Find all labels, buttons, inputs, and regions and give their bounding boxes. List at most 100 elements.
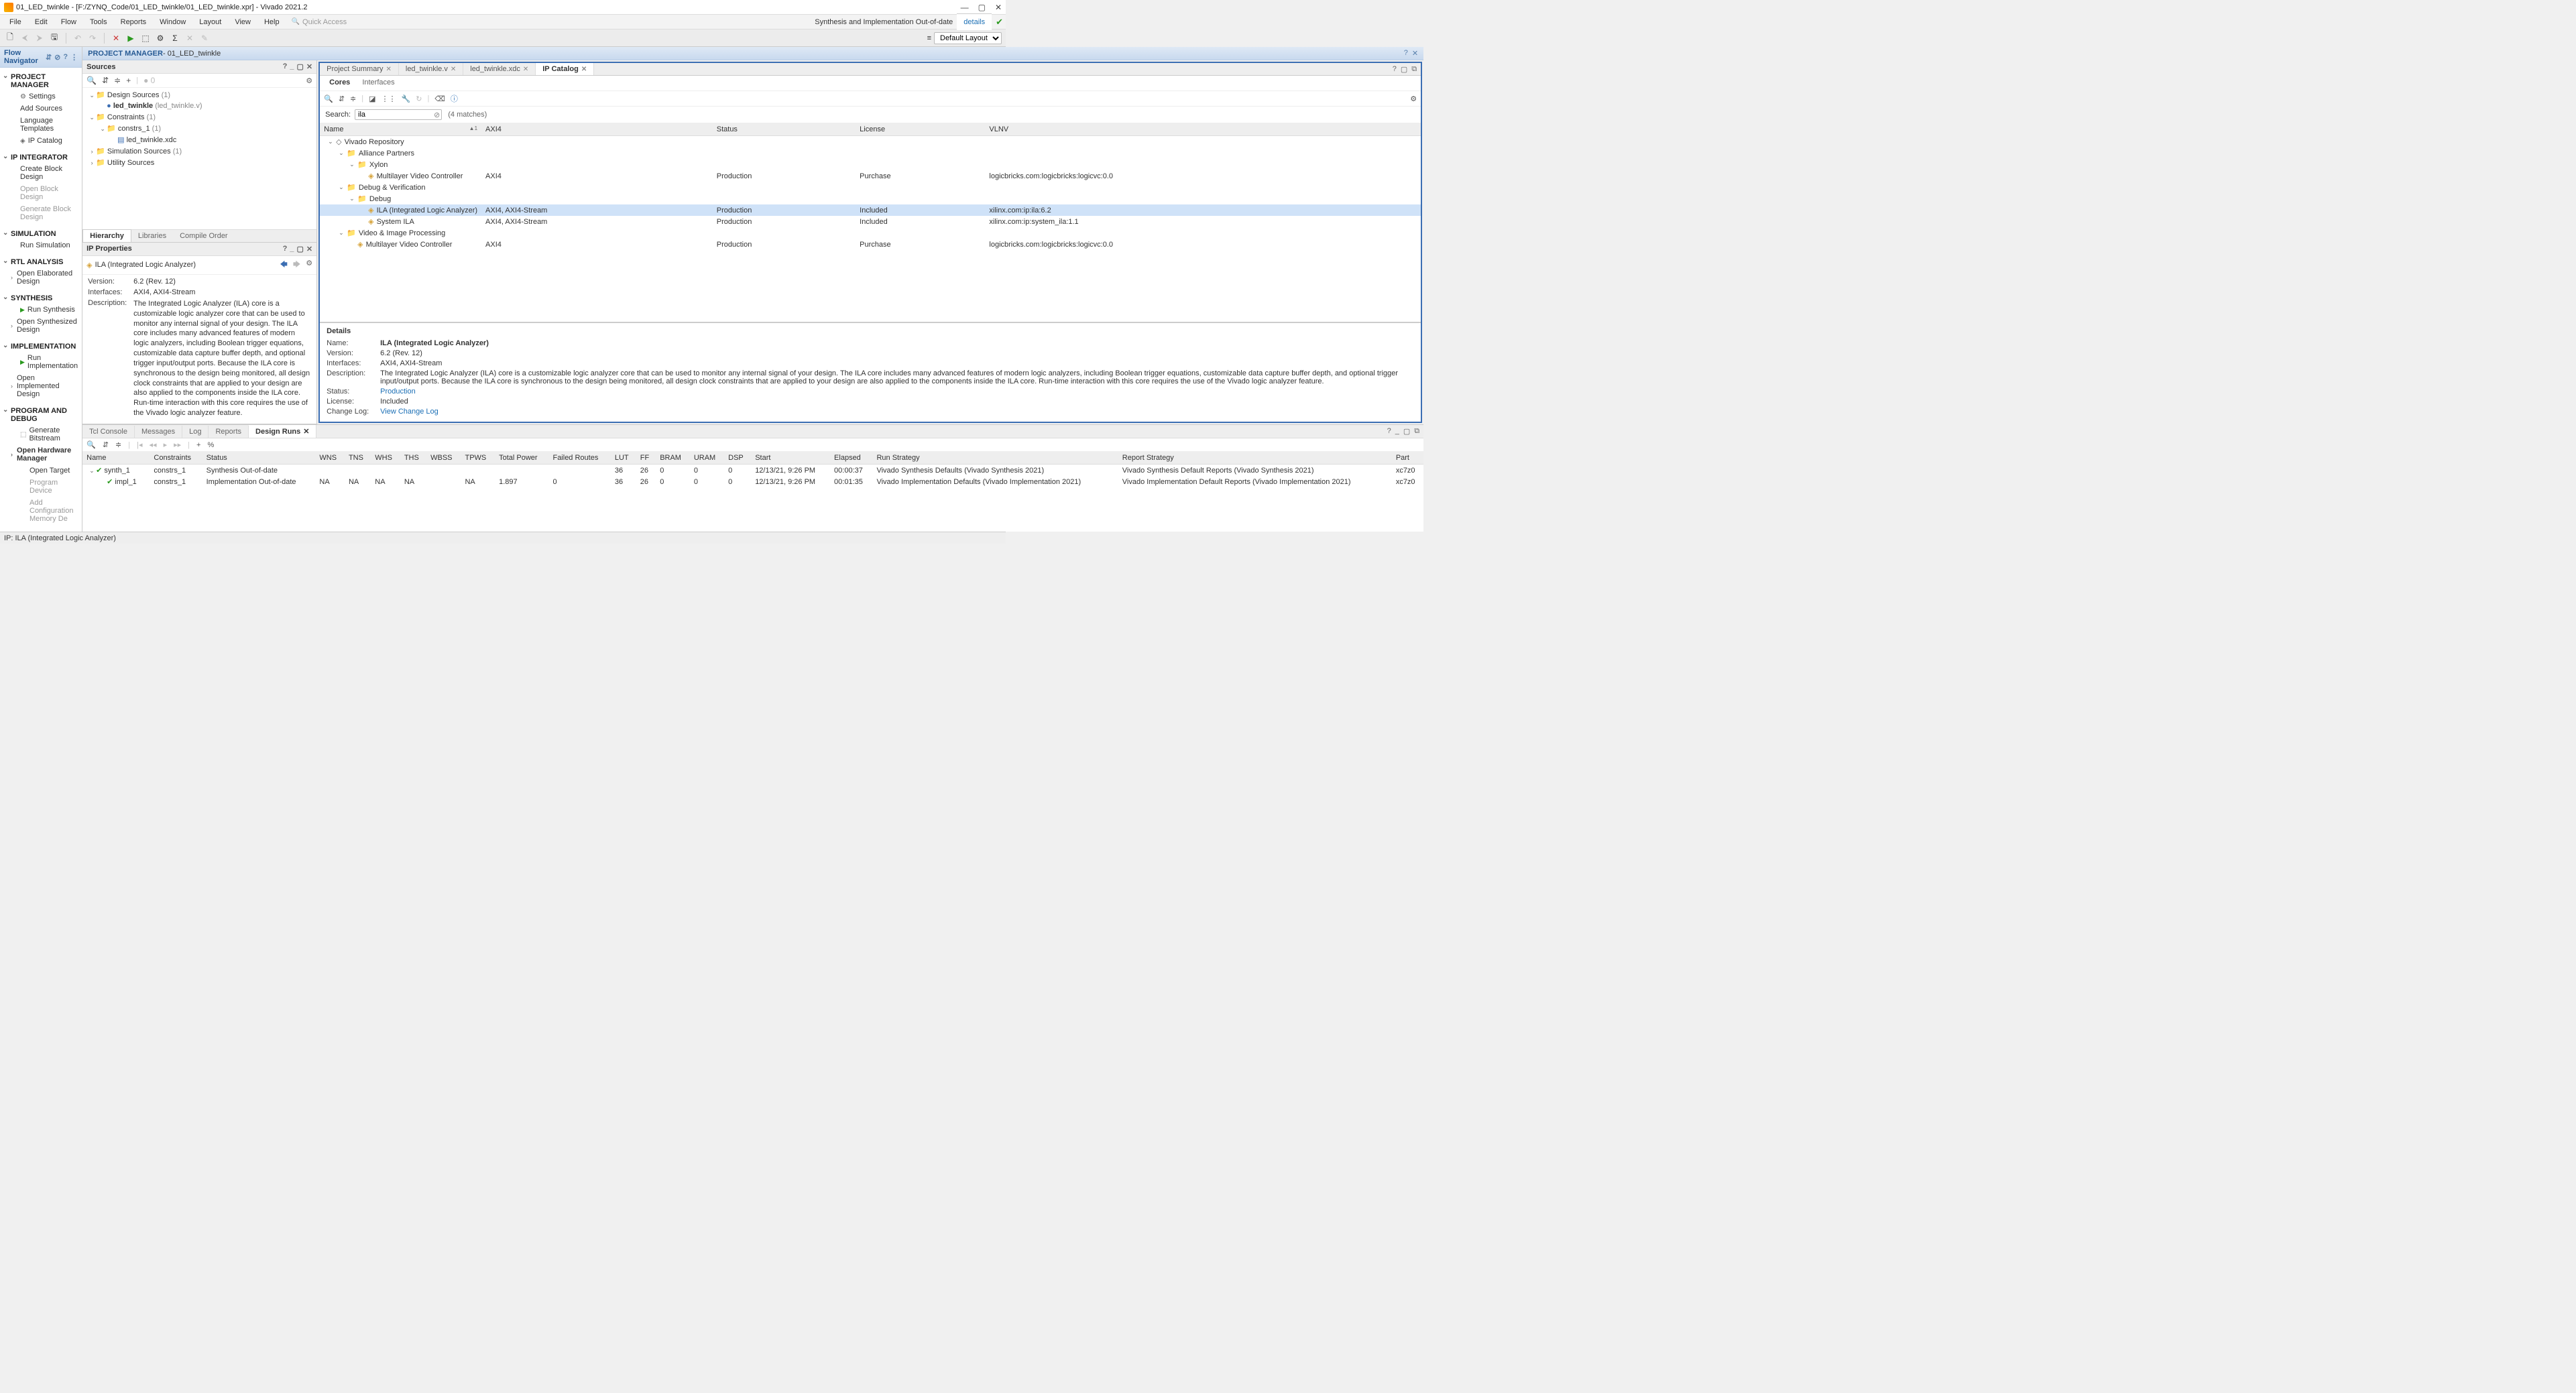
bottom-tab[interactable]: Log xyxy=(182,426,209,438)
flownav-item[interactable]: Add Sources xyxy=(0,103,82,115)
cat-refresh-icon[interactable]: ↻ xyxy=(416,95,422,103)
flownav-section[interactable]: SYNTHESIS xyxy=(0,292,82,304)
cancel2-icon[interactable]: ✕ xyxy=(184,32,196,44)
catalog-column[interactable]: VLNV xyxy=(985,123,1421,136)
catalog-subtab[interactable]: Cores xyxy=(324,77,355,89)
panel-help-icon[interactable]: ? xyxy=(1393,65,1397,74)
source-node[interactable]: ▤ led_twinkle.xdc xyxy=(82,134,316,145)
flownav-section[interactable]: IMPLEMENTATION xyxy=(0,340,82,352)
flownav-item[interactable]: ▶Run Implementation xyxy=(0,352,82,372)
flownav-item[interactable]: ⬚Generate Bitstream xyxy=(0,424,82,444)
src-gear-icon[interactable]: ⚙ xyxy=(306,76,312,85)
cat-gear-icon[interactable]: ⚙ xyxy=(1410,95,1417,103)
menu-view[interactable]: View xyxy=(228,18,257,26)
undo-icon[interactable]: ↶ xyxy=(72,32,84,44)
menu-help[interactable]: Help xyxy=(257,18,286,26)
sources-tab[interactable]: Compile Order xyxy=(173,230,235,242)
flownav-item[interactable]: ›Open Synthesized Design xyxy=(0,316,82,336)
details-changelog-link[interactable]: View Change Log xyxy=(380,408,1414,416)
bottom-max-icon[interactable]: ▢ xyxy=(1403,427,1410,436)
editor-tab[interactable]: led_twinkle.v✕ xyxy=(399,63,463,75)
flownav-section[interactable]: PROGRAM AND DEBUG xyxy=(0,404,82,424)
ipprops-gear-icon[interactable]: ⚙ xyxy=(306,259,312,271)
cat-clear-icon[interactable]: ⌫ xyxy=(434,95,445,103)
runs-collapse-icon[interactable]: ⇵ xyxy=(103,440,109,449)
runs-column[interactable]: URAM xyxy=(690,452,724,465)
tab-close-icon[interactable]: ✕ xyxy=(581,66,587,73)
bottom-pop-icon[interactable]: ⧉ xyxy=(1414,427,1419,436)
flownav-section[interactable]: SIMULATION xyxy=(0,227,82,239)
flownav-section[interactable]: IP INTEGRATOR xyxy=(0,151,82,163)
design-run-row[interactable]: ✔ impl_1constrs_1Implementation Out-of-d… xyxy=(82,476,1423,487)
flownav-section[interactable]: RTL ANALYSIS xyxy=(0,255,82,267)
catalog-row[interactable]: ◈Multilayer Video ControllerAXI4Producti… xyxy=(320,239,1421,250)
runs-column[interactable]: TNS xyxy=(345,452,371,465)
flownav-help-icon[interactable]: ? xyxy=(63,53,68,62)
ipprops-close-icon[interactable]: ✕ xyxy=(306,245,312,253)
ipprops-min-icon[interactable]: _ xyxy=(290,245,294,253)
flownav-item[interactable]: ⚙Settings xyxy=(0,90,82,103)
editor-tab[interactable]: IP Catalog✕ xyxy=(536,63,594,75)
src-search-icon[interactable]: 🔍 xyxy=(86,76,97,85)
runs-add-icon[interactable]: + xyxy=(196,441,200,449)
menu-window[interactable]: Window xyxy=(153,18,192,26)
runs-column[interactable]: Name xyxy=(82,452,150,465)
back-icon[interactable]: ⮜ xyxy=(19,32,31,44)
editor-tab[interactable]: led_twinkle.xdc✕ xyxy=(463,63,536,75)
runs-column[interactable]: LUT xyxy=(611,452,636,465)
flownav-collapse-icon[interactable]: ⇵ xyxy=(46,53,52,62)
bottom-tab[interactable]: Messages xyxy=(135,426,182,438)
tab-close-icon[interactable]: ✕ xyxy=(303,427,309,436)
bottom-tab[interactable]: Tcl Console xyxy=(82,426,135,438)
search-input[interactable] xyxy=(355,109,442,120)
status-details-link[interactable]: details xyxy=(957,13,992,30)
cat-collapse-icon[interactable]: ⇵ xyxy=(339,95,345,103)
src-add-icon[interactable]: + xyxy=(126,76,131,85)
quick-access[interactable]: Quick Access xyxy=(292,18,347,26)
runs-column[interactable]: Run Strategy xyxy=(872,452,1118,465)
forward-icon[interactable]: ⮞ xyxy=(34,32,46,44)
runs-column[interactable]: WNS xyxy=(315,452,345,465)
ipprops-help-icon[interactable]: ? xyxy=(283,245,288,253)
runs-first-icon[interactable]: |◂ xyxy=(137,440,142,449)
flownav-item[interactable]: ›Open Elaborated Design xyxy=(0,267,82,288)
cat-wrench-icon[interactable]: 🔧 xyxy=(402,95,411,103)
runs-next-icon[interactable]: ▸▸ xyxy=(174,440,181,449)
catalog-row[interactable]: ⌄📁Video & Image Processing xyxy=(320,227,1421,239)
flownav-item[interactable]: ▶Run Synthesis xyxy=(0,304,82,316)
sources-tab[interactable]: Libraries xyxy=(131,230,173,242)
flownav-item[interactable]: Open Target xyxy=(0,465,82,477)
sigma-icon[interactable]: Σ xyxy=(169,32,181,44)
cat-search-icon[interactable]: 🔍 xyxy=(324,95,333,103)
sources-close-icon[interactable]: ✕ xyxy=(306,62,312,71)
cancel-icon[interactable]: ✕ xyxy=(110,32,122,44)
menu-tools[interactable]: Tools xyxy=(83,18,114,26)
flownav-item[interactable]: ›Open Implemented Design xyxy=(0,372,82,400)
gear-icon[interactable]: ⚙ xyxy=(154,32,166,44)
catalog-column[interactable]: Status xyxy=(713,123,856,136)
flownav-item[interactable]: Create Block Design xyxy=(0,163,82,183)
catalog-row[interactable]: ⌄📁Debug xyxy=(320,193,1421,204)
catalog-column[interactable]: Name▲1 xyxy=(320,123,481,136)
runs-column[interactable]: BRAM xyxy=(656,452,690,465)
redo-icon[interactable]: ↷ xyxy=(86,32,99,44)
sources-help-icon[interactable]: ? xyxy=(283,62,288,71)
runs-column[interactable]: Failed Routes xyxy=(548,452,610,465)
runs-column[interactable]: Status xyxy=(202,452,316,465)
runs-column[interactable]: Part xyxy=(1392,452,1423,465)
source-node[interactable]: ›📁 Simulation Sources (1) xyxy=(82,145,316,157)
flownav-item[interactable]: Run Simulation xyxy=(0,239,82,251)
ipprops-prev-icon[interactable]: 🡄 xyxy=(280,259,288,271)
ipprops-next-icon[interactable]: 🡆 xyxy=(293,259,300,271)
bottom-tab[interactable]: Reports xyxy=(209,426,249,438)
tab-close-icon[interactable]: ✕ xyxy=(451,66,456,73)
runs-search-icon[interactable]: 🔍 xyxy=(86,440,96,449)
tool-icon[interactable]: ✎ xyxy=(198,32,211,44)
bitstream-icon[interactable]: ⬚ xyxy=(139,32,152,44)
pm-help-icon[interactable]: ? xyxy=(1404,49,1408,58)
catalog-column[interactable]: License xyxy=(856,123,985,136)
tab-close-icon[interactable]: ✕ xyxy=(386,66,391,73)
new-icon[interactable]: 🗋 xyxy=(4,32,16,44)
source-node[interactable]: ● led_twinkle (led_twinkle.v) xyxy=(82,101,316,111)
catalog-row[interactable]: ◈System ILAAXI4, AXI4-StreamProductionIn… xyxy=(320,216,1421,227)
